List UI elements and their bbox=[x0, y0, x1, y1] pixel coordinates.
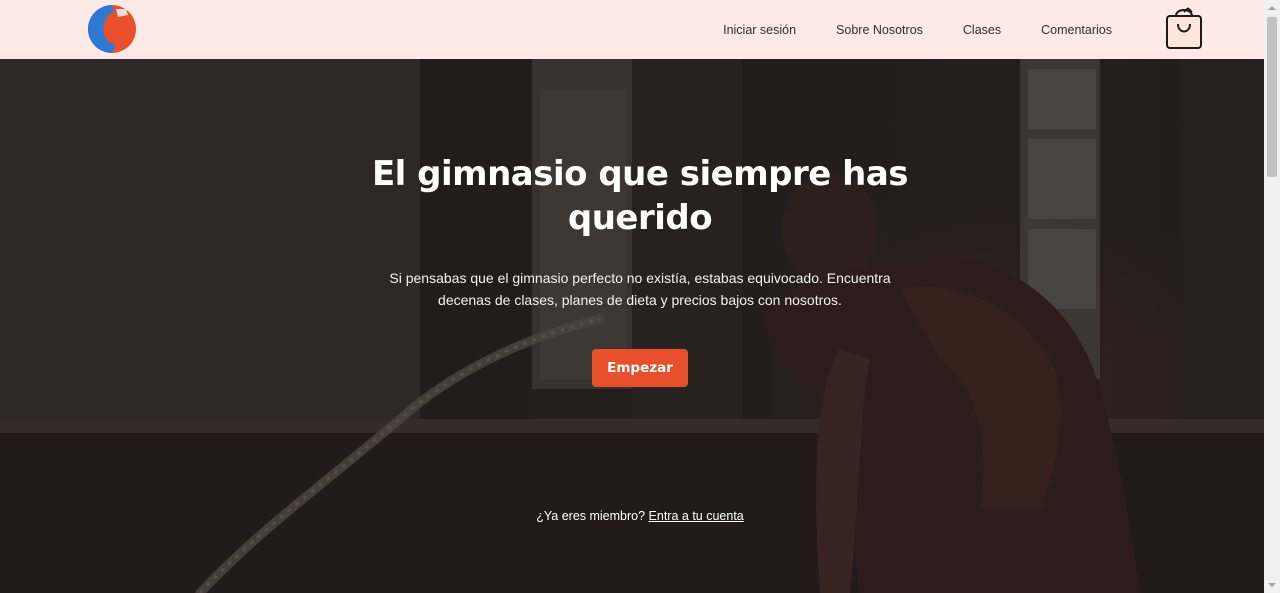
scroll-thumb[interactable] bbox=[1267, 17, 1277, 177]
scroll-up-arrow-icon[interactable] bbox=[1264, 0, 1280, 16]
hero-section: El gimnasio que siempre has querido Si p… bbox=[0, 59, 1264, 593]
nav-link-classes[interactable]: Clases bbox=[963, 23, 1001, 37]
bicep-arm-logo-icon[interactable] bbox=[88, 5, 136, 53]
member-prompt-line: ¿Ya eres miembro? Entra a tu cuenta bbox=[480, 509, 800, 523]
hero-subtitle: Si pensabas que el gimnasio perfecto no … bbox=[389, 270, 891, 308]
hero-title: El gimnasio que siempre has querido bbox=[371, 154, 909, 238]
main-nav: Iniciar sesión Sobre Nosotros Clases Com… bbox=[723, 0, 1112, 59]
page: Iniciar sesión Sobre Nosotros Clases Com… bbox=[0, 0, 1280, 593]
scroll-down-arrow-icon[interactable] bbox=[1264, 577, 1280, 593]
nav-link-comments[interactable]: Comentarios bbox=[1041, 23, 1112, 37]
member-prompt-text: ¿Ya eres miembro? bbox=[536, 509, 649, 523]
nav-link-about[interactable]: Sobre Nosotros bbox=[836, 23, 923, 37]
page-scrollbar[interactable] bbox=[1264, 0, 1280, 593]
login-account-link[interactable]: Entra a tu cuenta bbox=[649, 509, 744, 523]
start-button[interactable]: Empezar bbox=[592, 349, 688, 387]
shopping-bag-icon[interactable] bbox=[1163, 6, 1205, 52]
nav-link-login[interactable]: Iniciar sesión bbox=[723, 23, 796, 37]
site-header: Iniciar sesión Sobre Nosotros Clases Com… bbox=[0, 0, 1264, 59]
